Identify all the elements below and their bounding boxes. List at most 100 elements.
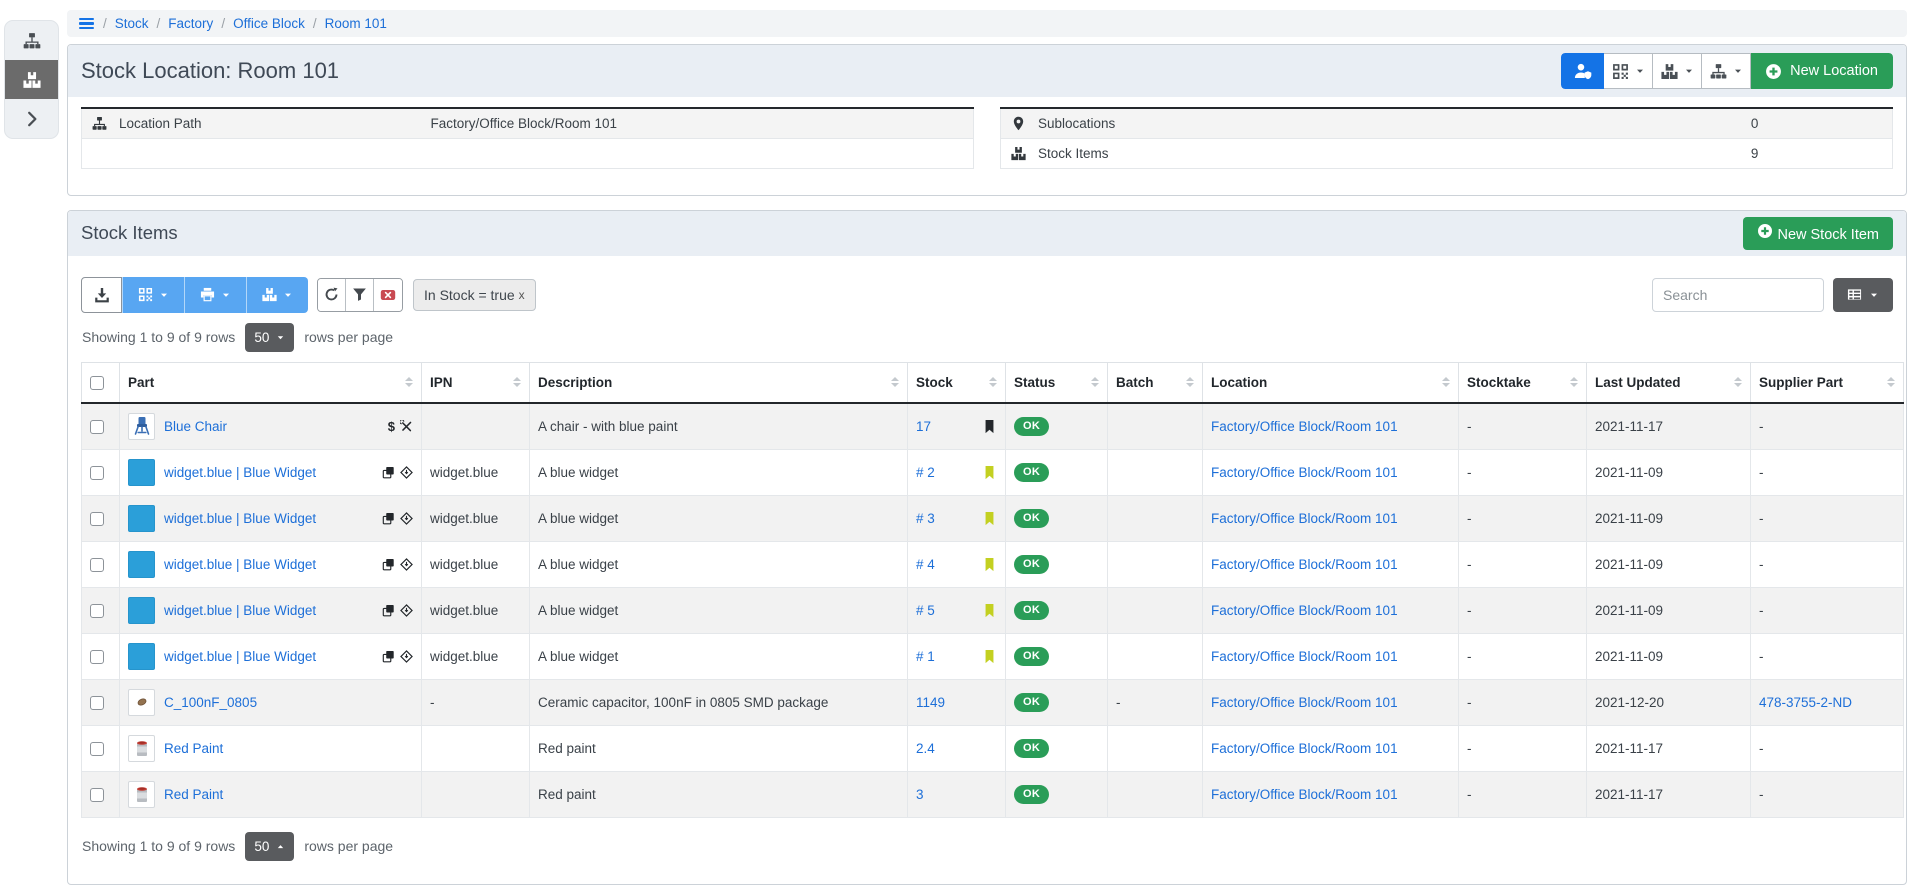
- location-link[interactable]: Factory/Office Block/Room 101: [1211, 465, 1398, 480]
- location-link[interactable]: Factory/Office Block/Room 101: [1211, 695, 1398, 710]
- clear-filters-button[interactable]: [374, 279, 402, 311]
- location-link[interactable]: Factory/Office Block/Room 101: [1211, 787, 1398, 802]
- barcode-actions-button[interactable]: [1604, 53, 1653, 89]
- stock-actions-button[interactable]: [1653, 53, 1702, 89]
- breadcrumb-link[interactable]: Room 101: [325, 16, 387, 31]
- stock-options-button[interactable]: [246, 277, 308, 313]
- column-header-stocktake[interactable]: Stocktake: [1459, 362, 1587, 403]
- part-thumbnail[interactable]: [128, 735, 155, 762]
- location-link[interactable]: Factory/Office Block/Room 101: [1211, 603, 1398, 618]
- part-link[interactable]: widget.blue | Blue Widget: [164, 649, 316, 664]
- ipn-cell: [422, 725, 530, 771]
- supplier-part-cell: -: [1751, 449, 1904, 495]
- row-checkbox[interactable]: [90, 742, 104, 756]
- caret-down-icon: [221, 290, 231, 300]
- stock-link[interactable]: # 1: [916, 649, 935, 664]
- part-thumbnail[interactable]: [128, 459, 155, 486]
- refresh-button[interactable]: [318, 279, 346, 311]
- last-updated-cell: 2021-11-17: [1587, 725, 1751, 771]
- status-cell: OK: [1006, 633, 1108, 679]
- sort-icon: [1562, 377, 1578, 387]
- row-checkbox[interactable]: [90, 604, 104, 618]
- column-header-description[interactable]: Description: [530, 362, 908, 403]
- stock-link[interactable]: 3: [916, 787, 924, 802]
- location-panel: Stock Location: Room 101: [67, 44, 1907, 196]
- part-link[interactable]: widget.blue | Blue Widget: [164, 603, 316, 618]
- row-checkbox[interactable]: [90, 696, 104, 710]
- row-checkbox[interactable]: [90, 466, 104, 480]
- location-link[interactable]: Factory/Office Block/Room 101: [1211, 511, 1398, 526]
- sidebar-item-stock-items-tab[interactable]: [5, 60, 58, 99]
- column-header-last-updated[interactable]: Last Updated: [1587, 362, 1751, 403]
- page-size-dropdown[interactable]: 50: [245, 323, 294, 352]
- location-link[interactable]: Factory/Office Block/Room 101: [1211, 741, 1398, 756]
- new-stock-item-button[interactable]: New Stock Item: [1743, 217, 1893, 250]
- menu-icon[interactable]: [78, 16, 95, 32]
- copy-icon: [382, 512, 395, 525]
- part-link[interactable]: Red Paint: [164, 741, 223, 756]
- stock-link[interactable]: # 2: [916, 465, 935, 480]
- stock-link[interactable]: # 5: [916, 603, 935, 618]
- breadcrumb-link[interactable]: Stock: [115, 16, 149, 31]
- filter-button[interactable]: [346, 279, 374, 311]
- remove-filter-icon[interactable]: x: [519, 288, 525, 302]
- column-header-location[interactable]: Location: [1203, 362, 1459, 403]
- page-size-dropdown[interactable]: 50: [245, 832, 294, 861]
- sidebar-item-sublocations-tab[interactable]: [5, 21, 58, 60]
- part-link[interactable]: Blue Chair: [164, 419, 227, 434]
- export-button[interactable]: [81, 277, 122, 313]
- row-checkbox[interactable]: [90, 420, 104, 434]
- location-link[interactable]: Factory/Office Block/Room 101: [1211, 419, 1398, 434]
- breadcrumb-link[interactable]: Office Block: [233, 16, 305, 31]
- part-thumbnail[interactable]: [128, 413, 155, 440]
- stock-link[interactable]: # 4: [916, 557, 935, 572]
- row-checkbox[interactable]: [90, 512, 104, 526]
- column-header-batch[interactable]: Batch: [1108, 362, 1203, 403]
- showing-text: Showing 1 to 9 of 9 rows: [82, 838, 235, 854]
- print-menu-button[interactable]: [184, 277, 246, 313]
- column-header-stock[interactable]: Stock: [908, 362, 1006, 403]
- table-columns-button[interactable]: [1833, 278, 1893, 312]
- breadcrumb-link[interactable]: Factory: [168, 16, 213, 31]
- stock-cell: 2.4: [908, 725, 1006, 771]
- location-link[interactable]: Factory/Office Block/Room 101: [1211, 557, 1398, 572]
- stock-link[interactable]: # 3: [916, 511, 935, 526]
- part-thumbnail[interactable]: [128, 597, 155, 624]
- row-checkbox[interactable]: [90, 558, 104, 572]
- select-all-header[interactable]: [82, 362, 120, 403]
- part-link[interactable]: Red Paint: [164, 787, 223, 802]
- supplier-part-link[interactable]: 478-3755-2-ND: [1759, 695, 1852, 710]
- stock-link[interactable]: 1149: [916, 695, 945, 710]
- table-row: widget.blue | Blue Widgetwidget.blueA bl…: [82, 633, 1904, 679]
- part-thumbnail[interactable]: [128, 505, 155, 532]
- location-tree-actions-button[interactable]: [1702, 53, 1751, 89]
- part-thumbnail[interactable]: [128, 689, 155, 716]
- part-link[interactable]: widget.blue | Blue Widget: [164, 511, 316, 526]
- row-checkbox[interactable]: [90, 788, 104, 802]
- column-header-part[interactable]: Part: [120, 362, 422, 403]
- plus-circle-icon: [1757, 223, 1773, 239]
- search-input[interactable]: [1652, 278, 1824, 312]
- breadcrumb: /Stock/Factory/Office Block/Room 101: [67, 10, 1907, 37]
- select-all-checkbox[interactable]: [90, 376, 104, 390]
- ipn-cell: widget.blue: [422, 495, 530, 541]
- part-attribute-icons: [376, 512, 413, 525]
- column-header-supplier-part[interactable]: Supplier Part: [1751, 362, 1904, 403]
- column-header-ipn[interactable]: IPN: [422, 362, 530, 403]
- filter-chip-in-stock[interactable]: In Stock = true x: [413, 279, 536, 311]
- column-header-status[interactable]: Status: [1006, 362, 1108, 403]
- stock-link[interactable]: 2.4: [916, 741, 935, 756]
- part-link[interactable]: widget.blue | Blue Widget: [164, 465, 316, 480]
- barcode-menu-button[interactable]: [122, 277, 184, 313]
- part-link[interactable]: C_100nF_0805: [164, 695, 257, 710]
- stock-link[interactable]: 17: [916, 419, 931, 434]
- part-thumbnail[interactable]: [128, 551, 155, 578]
- sidebar-item-expand-sidebar[interactable]: [5, 99, 58, 138]
- part-thumbnail[interactable]: [128, 781, 155, 808]
- row-checkbox[interactable]: [90, 650, 104, 664]
- admin-button[interactable]: [1561, 53, 1604, 89]
- part-thumbnail[interactable]: [128, 643, 155, 670]
- part-link[interactable]: widget.blue | Blue Widget: [164, 557, 316, 572]
- location-link[interactable]: Factory/Office Block/Room 101: [1211, 649, 1398, 664]
- new-location-button[interactable]: New Location: [1751, 53, 1893, 89]
